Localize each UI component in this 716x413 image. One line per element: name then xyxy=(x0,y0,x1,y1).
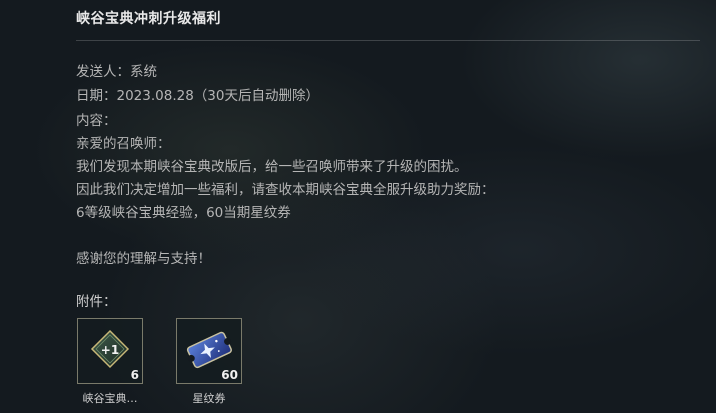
mail-date: 日期：2023.08.28（30天后自动删除） xyxy=(76,88,319,104)
body-line: 亲爱的召唤师： xyxy=(76,136,171,152)
attachment-icon-box[interactable]: +1 6 xyxy=(77,318,143,384)
body-line: 感谢您的理解与支持！ xyxy=(76,251,211,267)
exp-badge: +1 xyxy=(101,343,119,357)
attachment-icon-box[interactable]: 60 xyxy=(176,318,242,384)
mail-body: 内容： 亲爱的召唤师： 我们发现本期峡谷宝典改版后，给一些召唤师带来了升级的困扰… xyxy=(76,110,495,271)
content-label: 内容： xyxy=(76,113,117,129)
attachment-item-ticket[interactable]: 60 星纹券 xyxy=(176,318,242,406)
title-divider xyxy=(76,40,700,41)
attachment-name: 峡谷宝典… xyxy=(82,392,138,405)
attachment-count: 6 xyxy=(130,368,139,382)
body-line xyxy=(76,225,495,248)
mail-sender: 发送人：系统 xyxy=(76,64,157,80)
mail-view: 峡谷宝典冲刺升级福利 发送人：系统 日期：2023.08.28（30天后自动删除… xyxy=(0,0,716,413)
attachment-name: 星纹券 xyxy=(192,392,226,405)
attachments-label: 附件： xyxy=(76,294,117,310)
attachment-item-exp[interactable]: +1 6 峡谷宝典… xyxy=(77,318,143,406)
mail-title: 峡谷宝典冲刺升级福利 xyxy=(76,11,221,27)
body-line: 我们发现本期峡谷宝典改版后，给一些召唤师带来了升级的困扰。 xyxy=(76,159,468,175)
body-line: 因此我们决定增加一些福利，请查收本期峡谷宝典全服升级助力奖励： xyxy=(76,182,495,198)
body-line: 6等级峡谷宝典经验，60当期星纹券 xyxy=(76,205,291,221)
attachment-count: 60 xyxy=(221,368,238,382)
